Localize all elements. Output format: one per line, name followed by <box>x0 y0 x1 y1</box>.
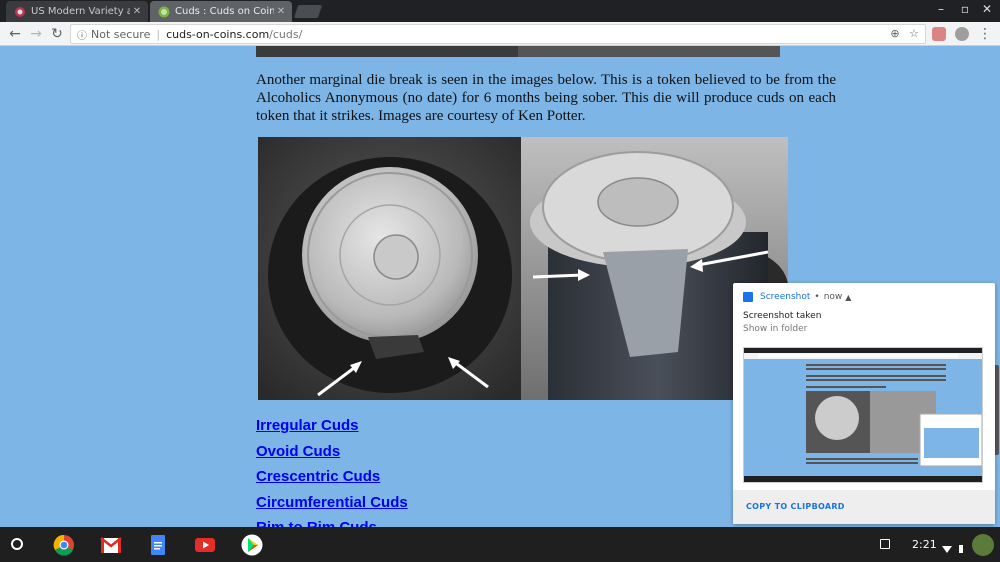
play-store-icon[interactable] <box>241 534 263 556</box>
forward-arrow-icon[interactable]: → <box>27 25 45 43</box>
url-path: /cuds/ <box>269 27 303 41</box>
cud-type-links: Irregular Cuds Ovoid Cuds Crescentric Cu… <box>256 417 408 545</box>
link-ovoid-cuds[interactable]: Ovoid Cuds <box>256 443 408 469</box>
link-crescentric-cuds[interactable]: Crescentric Cuds <box>256 468 408 494</box>
coin-favicon-icon <box>14 6 26 18</box>
back-arrow-icon[interactable]: ← <box>6 25 24 43</box>
close-window-icon[interactable]: ✕ <box>978 2 996 16</box>
bookmark-star-icon[interactable]: ☆ <box>909 27 919 40</box>
coin-favicon-icon <box>158 6 170 18</box>
notification-time: now <box>823 292 843 302</box>
separator: • <box>814 292 820 302</box>
info-icon[interactable]: ⓘ <box>77 27 87 42</box>
security-label: Not secure <box>91 27 151 41</box>
link-circumferential-cuds[interactable]: Circumferential Cuds <box>256 494 408 520</box>
tab-label: US Modern Variety and E <box>31 6 130 17</box>
battery-icon <box>956 539 966 553</box>
chevron-up-icon[interactable]: ▲ <box>845 293 851 302</box>
notification-title: Screenshot taken <box>743 311 822 321</box>
browser-toolbar: ← → ↻ ⓘ Not secure | cuds-on-coins.com/c… <box>0 22 1000 46</box>
system-tray[interactable]: 2:21 <box>870 527 1000 562</box>
clock: 2:21 <box>912 538 937 551</box>
minimize-icon[interactable]: – <box>932 2 950 16</box>
screenshot-notification[interactable]: Screenshot • now ▲ Screenshot taken Show… <box>733 283 995 524</box>
gmail-icon[interactable] <box>100 534 122 556</box>
close-icon[interactable]: ✕ <box>274 6 288 17</box>
tab-us-modern-variety[interactable]: US Modern Variety and E ✕ <box>6 1 148 22</box>
wifi-icon <box>942 539 952 553</box>
coin-image-top-cropped <box>256 46 780 57</box>
url-domain: cuds-on-coins.com <box>166 27 270 41</box>
reload-icon[interactable]: ↻ <box>48 25 66 43</box>
show-in-folder-link[interactable]: Show in folder <box>743 324 807 334</box>
die-break-photo <box>258 137 788 400</box>
chrome-icon[interactable] <box>53 534 75 556</box>
docs-icon[interactable] <box>147 534 169 556</box>
notification-header: Screenshot • now ▲ <box>743 292 851 302</box>
new-tab-button[interactable] <box>293 5 323 18</box>
tab-label: Cuds : Cuds on Coins <box>175 6 274 17</box>
launcher-icon[interactable] <box>11 538 23 550</box>
screenshot-icon <box>743 292 753 302</box>
menu-dots-icon[interactable]: ⋮ <box>976 25 994 43</box>
youtube-icon[interactable] <box>194 534 216 556</box>
screenshot-thumbnail[interactable] <box>743 347 983 483</box>
copy-to-clipboard-button[interactable]: COPY TO CLIPBOARD <box>733 490 995 524</box>
notification-app-name: Screenshot <box>760 292 811 302</box>
extension-icon[interactable] <box>932 27 946 41</box>
zoom-icon[interactable]: ⊕ <box>890 27 899 40</box>
link-irregular-cuds[interactable]: Irregular Cuds <box>256 417 408 443</box>
divider: | <box>156 27 161 41</box>
article-paragraph: Another marginal die break is seen in th… <box>256 72 836 124</box>
system-shelf: 2:21 <box>0 527 1000 562</box>
address-bar[interactable]: ⓘ Not secure | cuds-on-coins.com/cuds/ ⊕… <box>70 24 926 44</box>
omnibox-actions: ⊕ ☆ <box>890 27 919 40</box>
extension-icon[interactable] <box>955 27 969 41</box>
close-icon[interactable]: ✕ <box>130 6 144 17</box>
tab-cuds-on-coins[interactable]: Cuds : Cuds on Coins ✕ <box>150 1 292 22</box>
maximize-icon[interactable]: ▫ <box>956 2 974 16</box>
avatar <box>972 534 994 556</box>
copy-to-clipboard-label: COPY TO CLIPBOARD <box>746 502 845 511</box>
tab-strip: US Modern Variety and E ✕ Cuds : Cuds on… <box>0 0 1000 22</box>
